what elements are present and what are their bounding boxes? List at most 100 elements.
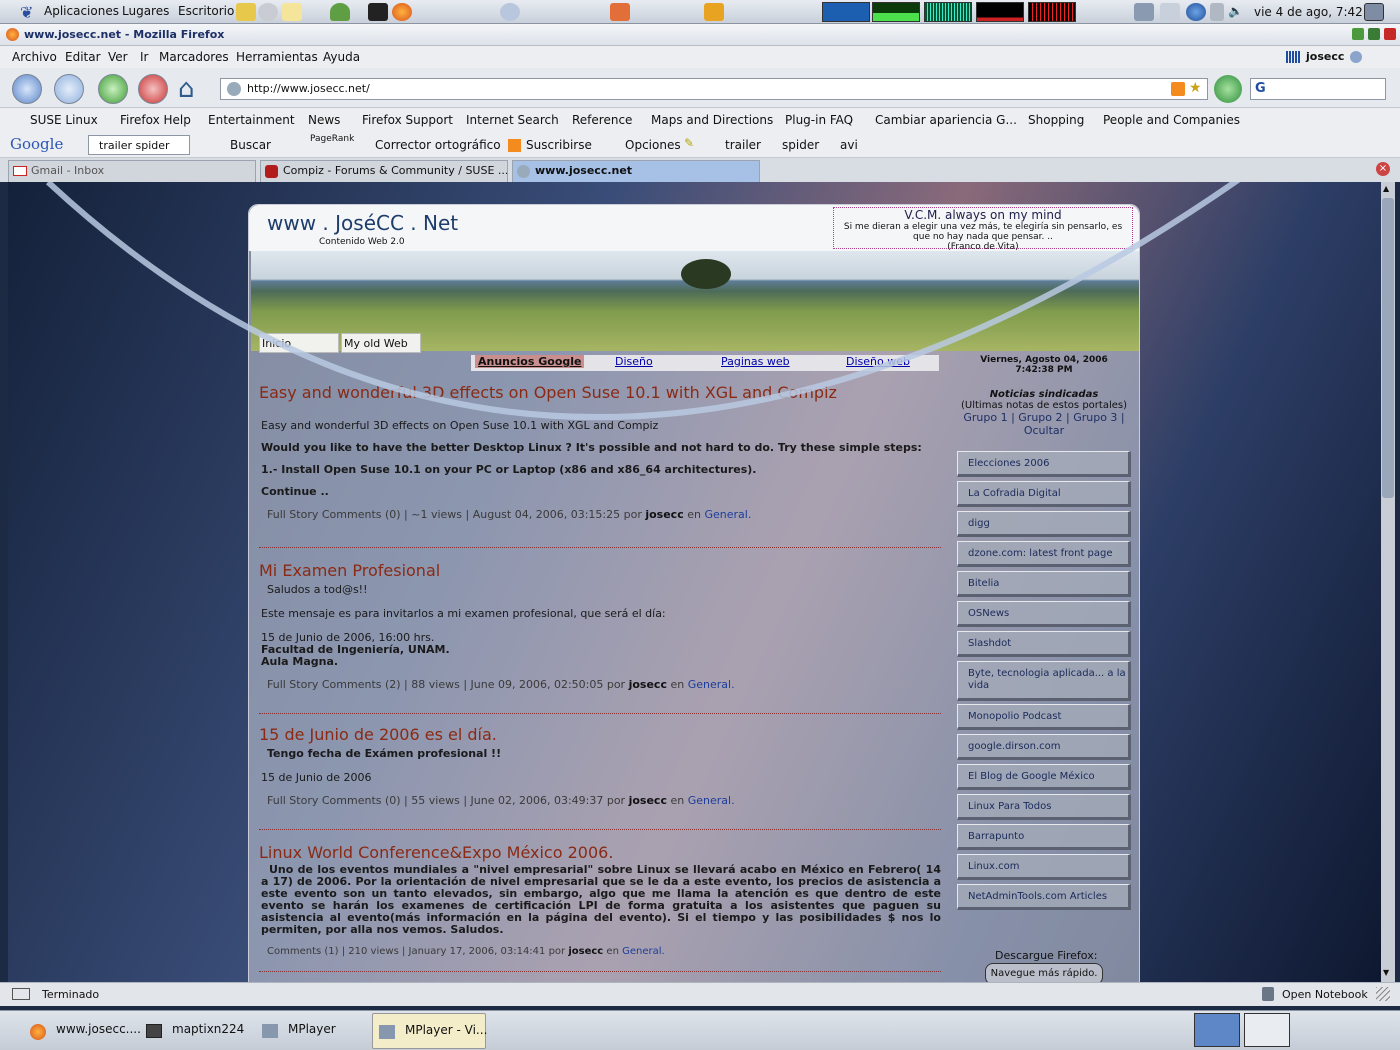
sidebar-link-osnews[interactable]: OSNews <box>957 601 1131 627</box>
scroll-down-icon[interactable]: ▼ <box>1383 968 1389 977</box>
sidebar-link-netadmintools[interactable]: NetAdminTools.com Articles <box>957 884 1131 910</box>
sidebar-link-linux-com[interactable]: Linux.com <box>957 854 1131 880</box>
reload-button[interactable] <box>98 74 128 104</box>
bookmark-people[interactable]: People and Companies <box>1103 113 1240 127</box>
menu-ir[interactable]: Ir <box>140 50 148 64</box>
post-category[interactable]: General. <box>688 794 735 807</box>
sidebar-link-blog-google[interactable]: El Blog de Google México <box>957 764 1131 790</box>
post-title[interactable]: Linux World Conference&Expo México 2006. <box>259 843 941 862</box>
sidebar-link-elecciones[interactable]: Elecciones 2006 <box>957 451 1131 477</box>
bookmark-firefox-help[interactable]: Firefox Help <box>120 113 191 127</box>
post-meta-text[interactable]: Full Story Comments (0) | 55 views | Jun… <box>267 794 625 807</box>
home-icon[interactable]: ⌂ <box>178 74 195 104</box>
terminal-launcher-icon[interactable] <box>368 3 388 21</box>
back-button[interactable] <box>12 74 42 104</box>
window-titlebar[interactable]: www.josecc.net - Mozilla Firefox <box>0 24 1400 46</box>
minimize-icon[interactable] <box>1352 28 1364 40</box>
post-meta-text[interactable]: Comments (1) | 210 views | January 17, 2… <box>267 946 565 957</box>
post-meta-text[interactable]: Full Story Comments (0) | ~1 views | Aug… <box>267 508 642 521</box>
ad-diseno-web[interactable]: Diseño web <box>846 355 910 368</box>
post-author[interactable]: josecc <box>645 508 683 521</box>
firefox-launcher-icon[interactable] <box>392 3 412 21</box>
disk-launcher-icon[interactable] <box>258 3 278 21</box>
menu-archivo[interactable]: Archivo <box>12 50 57 64</box>
menu-ver[interactable]: Ver <box>108 50 128 64</box>
go-button[interactable] <box>1214 75 1242 103</box>
globe-tray-icon[interactable] <box>1186 3 1206 21</box>
menu-ayuda[interactable]: Ayuda <box>323 50 360 64</box>
task-maptixn[interactable]: maptixn224 <box>140 1013 252 1049</box>
tab-gmail[interactable]: Gmail - Inbox <box>8 160 256 182</box>
scroll-up-icon[interactable]: ▲ <box>1383 184 1389 193</box>
menu-escritorio[interactable]: Escritorio <box>178 4 234 18</box>
bookmark-suse-linux[interactable]: SUSE Linux <box>30 113 98 127</box>
google-search-button[interactable]: Buscar <box>230 138 271 152</box>
bookmark-news[interactable]: News <box>308 113 340 127</box>
ad-paginas-web[interactable]: Paginas web <box>721 355 790 368</box>
ad-anuncios-google[interactable]: Anuncios Google <box>475 355 585 368</box>
google-search-input[interactable]: trailer spider <box>88 135 190 155</box>
search-input[interactable]: G <box>1250 78 1386 100</box>
bookmark-plugin-faq[interactable]: Plug-in FAQ <box>785 113 853 127</box>
firefox-promo-button[interactable]: Navegue más rápido. <box>985 963 1103 982</box>
bookmark-maps[interactable]: Maps and Directions <box>651 113 773 127</box>
menu-lugares[interactable]: Lugares <box>122 4 169 18</box>
ad-diseno[interactable]: Diseño <box>615 355 653 368</box>
menu-aplicaciones[interactable]: Aplicaciones <box>44 4 119 18</box>
media-launcher-icon[interactable] <box>500 3 520 21</box>
rss-icon[interactable] <box>1171 82 1185 96</box>
tab-josecc[interactable]: www.josecc.net <box>512 160 760 182</box>
bookmark-entertainment[interactable]: Entertainment <box>208 113 295 127</box>
post-title[interactable]: Mi Examen Profesional <box>259 561 941 580</box>
tab-compiz[interactable]: Compiz - Forums & Community / SUSE ... <box>260 160 508 182</box>
google-logo[interactable]: Google <box>10 135 63 153</box>
task-mplayer-video[interactable]: MPlayer - Vi... <box>372 1013 487 1049</box>
device-tray-icon[interactable] <box>1210 3 1224 21</box>
post-category[interactable]: General. <box>704 508 751 521</box>
sidebar-link-dirson[interactable]: google.dirson.com <box>957 734 1131 760</box>
post-title[interactable]: Easy and wonderful 3D effects on Open Su… <box>259 383 941 402</box>
bookmark-cambiar-apariencia[interactable]: Cambiar apariencia G... <box>875 113 1017 127</box>
workspace-2-button[interactable] <box>1244 1013 1290 1047</box>
sidebar-link-barrapunto[interactable]: Barrapunto <box>957 824 1131 850</box>
menu-herramientas[interactable]: Herramientas <box>236 50 318 64</box>
menu-marcadores[interactable]: Marcadores <box>159 50 229 64</box>
app-launcher-icon[interactable] <box>610 3 630 21</box>
highlight-trailer[interactable]: trailer <box>725 138 761 152</box>
volume-icon[interactable]: 🔈 <box>1228 4 1243 18</box>
task-mplayer[interactable]: MPlayer <box>256 1013 368 1049</box>
grid-launcher-icon[interactable] <box>704 3 724 21</box>
sidebar-link-digg[interactable]: digg <box>957 511 1131 537</box>
forward-button[interactable] <box>54 74 84 104</box>
search-engine-icon[interactable]: G <box>1255 81 1266 96</box>
site-tab-inicio[interactable]: Inicio <box>259 333 339 353</box>
site-title[interactable]: www . JoséCC . Net <box>267 211 458 235</box>
notepad-launcher-icon[interactable] <box>282 3 302 21</box>
site-tab-old-web[interactable]: My old Web <box>341 333 421 353</box>
bookmark-firefox-support[interactable]: Firefox Support <box>362 113 453 127</box>
spellcheck-button[interactable]: Corrector ortográfico <box>375 138 501 152</box>
sidebar-link-dzone[interactable]: dzone.com: latest front page <box>957 541 1131 567</box>
post-category[interactable]: General. <box>622 946 665 957</box>
scroll-thumb[interactable] <box>1382 198 1394 498</box>
maximize-icon[interactable] <box>1368 28 1380 40</box>
folder-launcher-icon[interactable] <box>236 3 256 21</box>
sidebar-link-monopolio[interactable]: Monopolio Podcast <box>957 704 1131 730</box>
task-firefox[interactable]: www.josecc.... <box>24 1013 141 1049</box>
open-notebook-button[interactable]: Open Notebook <box>1282 988 1368 1001</box>
bookmark-internet-search[interactable]: Internet Search <box>466 113 559 127</box>
bookmark-shopping[interactable]: Shopping <box>1028 113 1084 127</box>
post-continue-link[interactable]: Continue .. <box>261 486 941 498</box>
sidebar-link-slashdot[interactable]: Slashdot <box>957 631 1131 657</box>
highlight-spider[interactable]: spider <box>782 138 819 152</box>
post-category[interactable]: General. <box>688 678 735 691</box>
show-desktop-icon[interactable] <box>1364 3 1384 21</box>
close-tab-icon[interactable]: × <box>1376 162 1390 176</box>
user-launcher-icon[interactable] <box>330 3 350 21</box>
highlight-avi[interactable]: avi <box>840 138 858 152</box>
page-viewport[interactable]: www . JoséCC . Net Contenido Web 2.0 V.C… <box>8 182 1381 982</box>
options-button[interactable]: Opciones <box>625 138 681 152</box>
menu-editar[interactable]: Editar <box>65 50 101 64</box>
subscribe-button[interactable]: Suscribirse <box>526 138 592 152</box>
bookmark-reference[interactable]: Reference <box>572 113 632 127</box>
